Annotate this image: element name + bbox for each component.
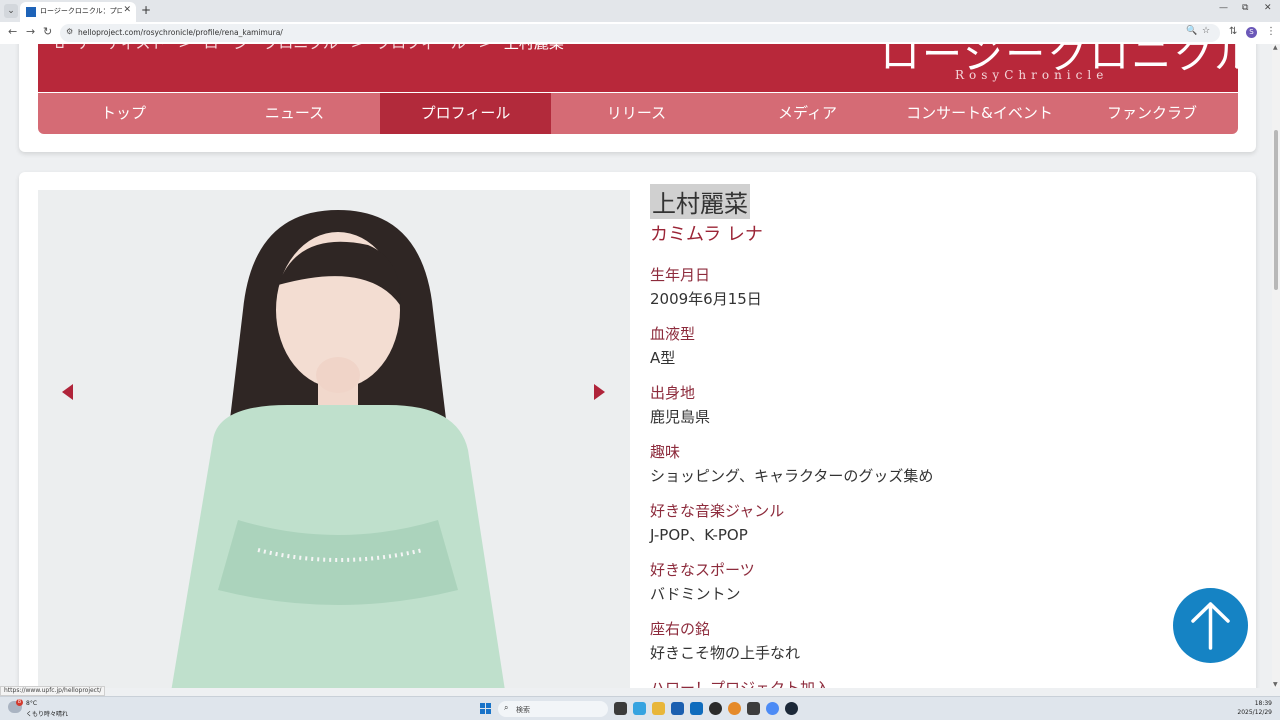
weather-description: くもり時々晴れ	[26, 711, 69, 718]
bookmark-star-icon[interactable]: ☆	[1202, 26, 1210, 36]
taskbar-search[interactable]: ⌕ 検索	[498, 701, 608, 717]
breadcrumb-separator: >	[351, 44, 364, 52]
field-value-hobby: ショッピング、キャラクターのグッズ集め	[650, 467, 934, 485]
close-tab-icon[interactable]: ✕	[123, 5, 131, 15]
field-label-blood-type: 血液型	[650, 325, 696, 343]
site-info-icon[interactable]: ⚙	[66, 27, 73, 36]
field-value-motto: 好きこそ物の上手なれ	[650, 644, 801, 662]
copilot-icon[interactable]	[633, 702, 646, 715]
breadcrumb-link[interactable]: プロフィール	[376, 44, 466, 52]
site-logo-subtitle: RosyChronicle	[955, 68, 1109, 82]
home-icon[interactable]: ⌂	[55, 44, 65, 52]
maximize-icon[interactable]: ⧉	[1242, 3, 1248, 13]
nav-item-top[interactable]: トップ	[38, 93, 209, 134]
nav-item-fanclub[interactable]: ファンクラブ	[1066, 93, 1238, 134]
scroll-down-icon[interactable]: ▼	[1273, 681, 1278, 688]
file-explorer-icon[interactable]	[652, 702, 665, 715]
profile-photo-illustration	[38, 190, 630, 688]
member-name-kana: カミムラ レナ	[650, 224, 763, 245]
extensions-icon[interactable]: ⇅	[1229, 26, 1237, 37]
nav-item-media[interactable]: メディア	[722, 93, 893, 134]
breadcrumb-link[interactable]: ロージークロニクル	[204, 44, 338, 52]
field-label-music-genre: 好きな音楽ジャンル	[650, 502, 785, 520]
weather-badge: 8	[16, 699, 23, 706]
scrollbar-thumb[interactable]	[1274, 130, 1278, 290]
taskbar-date[interactable]: 2025/12/29	[1230, 709, 1272, 716]
site-favicon-icon	[26, 7, 36, 17]
tab-strip: ⌄ ロージークロニクル：プロフィール：ハロー！ ✕ + — ⧉ ✕	[0, 0, 1280, 22]
zoom-icon[interactable]: 🔍	[1186, 26, 1197, 36]
scroll-up-icon[interactable]: ▲	[1273, 44, 1278, 51]
nav-item-release[interactable]: リリース	[551, 93, 722, 134]
nav-item-profile[interactable]: プロフィール	[380, 93, 551, 134]
field-value-birthday: 2009年6月15日	[650, 290, 762, 308]
nav-item-concert-event[interactable]: コンサート&イベント	[893, 93, 1066, 134]
browser-menu-icon[interactable]: ⋮	[1266, 26, 1276, 37]
breadcrumb-separator: >	[479, 44, 492, 52]
field-value-blood-type: A型	[650, 349, 676, 367]
weather-temperature: 8°C	[26, 700, 38, 707]
breadcrumb: ⌂ アーティスト > ロージークロニクル > プロフィール > 上村麗菜	[55, 44, 572, 53]
taskbar: 8 8°C くもり時々晴れ ⌕ 検索 18:39 2025/12/29	[0, 696, 1280, 720]
store-icon[interactable]	[671, 702, 684, 715]
member-name: 上村麗菜	[650, 184, 750, 219]
breadcrumb-current: 上村麗菜	[504, 44, 564, 52]
minimize-icon[interactable]: —	[1219, 3, 1228, 13]
field-label-joined: ハロー！プロジェクト加入	[650, 679, 831, 688]
field-value-hometown: 鹿児島県	[650, 408, 711, 426]
field-value-music-genre: J-POP、K-POP	[650, 526, 748, 544]
profile-avatar[interactable]: S	[1246, 27, 1257, 38]
page-viewport: ⌂ アーティスト > ロージークロニクル > プロフィール > 上村麗菜 ロージ…	[0, 44, 1272, 688]
field-label-sport: 好きなスポーツ	[650, 561, 755, 579]
back-button[interactable]: ←	[8, 25, 17, 38]
back-to-top-button[interactable]	[1173, 588, 1248, 663]
chrome-icon[interactable]	[766, 702, 779, 715]
forward-button[interactable]: →	[26, 25, 35, 38]
arrow-up-icon	[1191, 602, 1230, 650]
field-label-birthday: 生年月日	[650, 266, 711, 284]
main-nav: トップ ニュース プロフィール リリース メディア コンサート&イベント ファン…	[38, 93, 1238, 134]
search-icon: ⌕	[504, 703, 509, 712]
taskbar-search-label: 検索	[516, 706, 530, 714]
nav-item-news[interactable]: ニュース	[209, 93, 380, 134]
window-close-icon[interactable]: ✕	[1264, 3, 1272, 13]
carousel-next-arrow[interactable]	[594, 384, 605, 400]
app-icon[interactable]	[728, 702, 741, 715]
tab-title: ロージークロニクル：プロフィール：ハロー！	[40, 7, 122, 15]
task-view-icon[interactable]	[614, 702, 627, 715]
carousel-prev-arrow[interactable]	[62, 384, 73, 400]
new-tab-button[interactable]: +	[141, 3, 151, 17]
profile-photo	[38, 190, 630, 688]
field-value-sport: バドミントン	[650, 585, 741, 603]
tab-search-button[interactable]: ⌄	[4, 4, 18, 18]
link-status-bar: https://www.upfc.jp/helloproject/	[0, 686, 106, 696]
steam-icon[interactable]	[785, 702, 798, 715]
breadcrumb-separator: >	[178, 44, 191, 52]
browser-toolbar: ← → ↻ ⚙ helloproject.com/rosychronicle/p…	[0, 22, 1280, 44]
app-icon[interactable]	[709, 702, 722, 715]
field-label-motto: 座右の銘	[650, 620, 711, 638]
app-icon[interactable]	[747, 702, 760, 715]
outlook-icon[interactable]	[690, 702, 703, 715]
browser-tab[interactable]: ロージークロニクル：プロフィール：ハロー！ ✕	[20, 2, 136, 22]
start-button[interactable]	[480, 703, 491, 714]
breadcrumb-link[interactable]: アーティスト	[77, 44, 165, 52]
taskbar-time[interactable]: 18:39	[1244, 700, 1272, 707]
reload-button[interactable]: ↻	[43, 25, 52, 38]
field-label-hobby: 趣味	[650, 443, 681, 461]
page-scrollbar[interactable]: ▲ ▼	[1272, 44, 1280, 688]
url-text: helloproject.com/rosychronicle/profile/r…	[78, 28, 283, 37]
address-bar[interactable]: ⚙ helloproject.com/rosychronicle/profile…	[60, 24, 1220, 42]
field-label-hometown: 出身地	[650, 384, 696, 402]
